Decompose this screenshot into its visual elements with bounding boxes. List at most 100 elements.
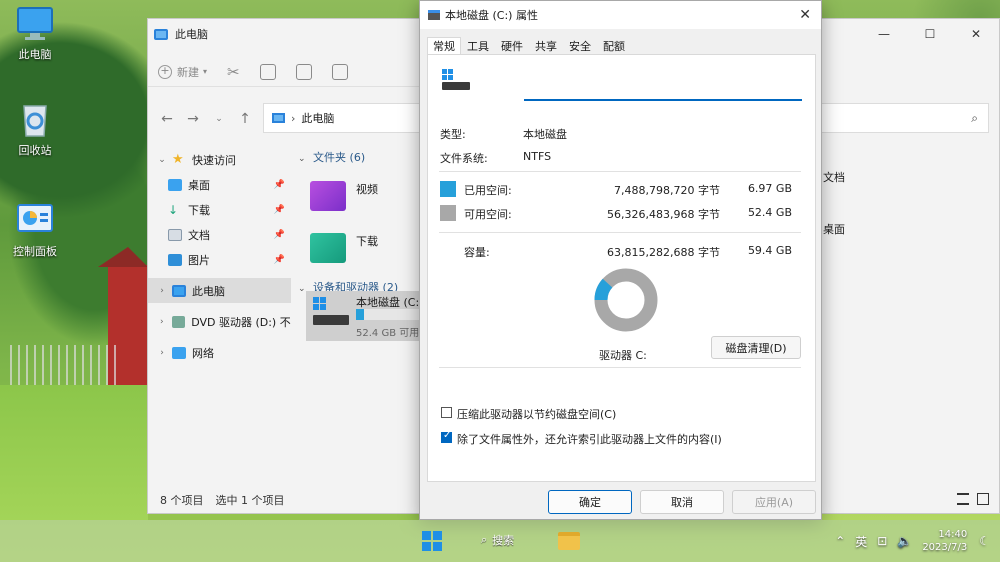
notification-icon[interactable]: ☾ — [979, 534, 990, 548]
compress-drive-label[interactable]: 压缩此驱动器以节约磁盘空间(C) — [457, 406, 616, 422]
input-method-indicator[interactable]: 英 — [855, 533, 867, 550]
desktop-icon-label: 控制面板 — [13, 245, 57, 258]
wallpaper-fence — [10, 345, 120, 390]
sidebar-item-label: 快速访问 — [192, 153, 236, 167]
drive-free-text: 52.4 GB 可用 — [356, 328, 420, 339]
plus-circle-icon: + — [158, 64, 172, 79]
tab-general[interactable]: 常规 — [427, 37, 461, 54]
folder-tile-videos[interactable]: 视频 — [298, 175, 423, 217]
pin-icon: 📌 — [273, 179, 285, 190]
used-space-gb: 6.97 GB — [747, 182, 792, 195]
up-button[interactable]: ↑ — [232, 111, 258, 127]
file-explorer-taskbar-icon[interactable] — [558, 532, 580, 550]
folder-label: 视频 — [356, 183, 378, 196]
folders-group-label: 文件夹 (6) — [313, 151, 366, 164]
sidebar-item-downloads[interactable]: ↓ 下载 📌 — [148, 197, 291, 222]
taskbar: ⌕ 搜索 ⌃ 英 ⊡ 🔈 14:40 2023/7/3 ☾ — [0, 520, 1000, 562]
folders-group-header[interactable]: ⌄ 文件夹 (6) — [298, 149, 423, 165]
compress-drive-checkbox[interactable] — [441, 407, 452, 418]
sidebar-item-dvd-drive[interactable]: › DVD 驱动器 (D:) 不适 — [148, 309, 291, 334]
sidebar-item-label: 此电脑 — [192, 284, 225, 298]
sidebar-item-desktop[interactable]: 桌面 📌 — [148, 172, 291, 197]
view-switcher — [957, 493, 989, 505]
pictures-icon — [168, 253, 182, 266]
sidebar-item-this-pc[interactable]: › 此电脑 — [148, 278, 291, 303]
search-input[interactable]: ⌕ — [814, 103, 989, 133]
volume-icon[interactable]: 🔈 — [897, 534, 912, 548]
drive-name-input[interactable] — [524, 75, 802, 101]
windows-logo-tile — [422, 542, 431, 551]
taskbar-search-label: 搜索 — [492, 534, 515, 547]
scissors-icon: ✂ — [227, 62, 240, 81]
star-icon: ★ — [172, 151, 184, 167]
download-folder-icon — [310, 233, 346, 263]
search-icon: ⌕ — [481, 533, 488, 546]
address-bar[interactable]: › 此电脑 — [263, 103, 421, 133]
sidebar-item-quick-access[interactable]: ⌄ ★ 快速访问 — [148, 147, 291, 172]
tab-security[interactable]: 安全 — [563, 37, 597, 54]
recent-dropdown-button[interactable]: ⌄ — [206, 114, 232, 124]
filesystem-value: NTFS — [523, 150, 552, 163]
index-contents-checkbox[interactable] — [441, 430, 452, 443]
windows-logo-tile — [433, 531, 442, 540]
start-button[interactable] — [422, 531, 442, 551]
tab-tools[interactable]: 工具 — [461, 37, 495, 54]
details-view-icon[interactable] — [957, 493, 969, 505]
cancel-button[interactable]: 取消 — [640, 490, 724, 514]
paste-button[interactable] — [295, 63, 312, 80]
control-panel-icon — [16, 203, 54, 239]
minimize-button[interactable]: — — [861, 19, 907, 49]
copy-icon — [259, 63, 276, 80]
free-space-ring — [594, 268, 658, 332]
search-icon: ⌕ — [971, 111, 978, 125]
folder-label: 桌面 — [823, 223, 845, 236]
ok-button[interactable]: 确定 — [548, 490, 632, 514]
folder-tile-desktop[interactable]: 桌面 — [823, 221, 845, 237]
copy-button[interactable] — [259, 63, 276, 80]
tiles-view-icon[interactable] — [977, 493, 989, 505]
desktop-icon-this-pc[interactable]: 此电脑 — [0, 6, 70, 62]
tab-sharing[interactable]: 共享 — [529, 37, 563, 54]
document-icon — [168, 228, 182, 241]
drive-tile-c[interactable]: 本地磁盘 (C: 52.4 GB 可用 — [306, 291, 426, 341]
clock[interactable]: 14:40 2023/7/3 — [922, 528, 967, 554]
sidebar-item-pictures[interactable]: 图片 📌 — [148, 247, 291, 272]
navigation-pane: ⌄ ★ 快速访问 桌面 📌 ↓ 下载 📌 文档 📌 图片 📌 › 此电脑 › D… — [148, 147, 291, 365]
explorer-toolbar: + 新建 ▾ ✂ — [148, 57, 420, 87]
network-icon[interactable]: ⊡ — [877, 534, 887, 548]
apply-button[interactable]: 应用(A) — [732, 490, 816, 514]
sidebar-item-label: 文档 — [188, 228, 210, 242]
tab-quota[interactable]: 配额 — [597, 37, 631, 54]
chevron-down-icon: ⌄ — [298, 284, 306, 294]
new-button[interactable]: + 新建 ▾ — [158, 64, 207, 80]
dialog-tabs: 常规 工具 硬件 共享 安全 配额 — [427, 37, 631, 54]
forward-button[interactable]: → — [180, 111, 206, 127]
sidebar-item-documents[interactable]: 文档 📌 — [148, 222, 291, 247]
desktop-icon-control-panel[interactable]: 控制面板 — [0, 203, 70, 259]
folder-label: 文档 — [823, 171, 845, 184]
breadcrumb-this-pc[interactable]: 此电脑 — [301, 110, 334, 126]
maximize-button[interactable]: ☐ — [907, 19, 953, 49]
disk-cleanup-button[interactable]: 磁盘清理(D) — [711, 336, 801, 359]
rename-button[interactable] — [331, 63, 348, 80]
taskbar-search-button[interactable]: ⌕ 搜索 — [481, 532, 514, 548]
free-space-gb: 52.4 GB — [747, 206, 792, 219]
content-right-column: 文档 桌面 — [823, 169, 845, 237]
folder-tile-downloads[interactable]: 下载 — [298, 227, 423, 269]
close-button[interactable]: ✕ — [953, 19, 999, 49]
folder-tile-documents[interactable]: 文档 — [823, 169, 845, 221]
dialog-close-button[interactable]: ✕ — [799, 7, 811, 23]
divider — [439, 171, 801, 172]
index-contents-label[interactable]: 除了文件属性外，还允许索引此驱动器上文件的内容(I) — [457, 431, 722, 447]
capacity-gb: 59.4 GB — [747, 244, 792, 257]
back-button[interactable]: ← — [154, 111, 180, 127]
cut-button[interactable]: ✂ — [227, 63, 240, 81]
chevron-up-icon[interactable]: ⌃ — [835, 534, 845, 548]
rename-icon — [331, 63, 348, 80]
type-label: 类型: — [440, 128, 466, 141]
sidebar-item-network[interactable]: › 网络 — [148, 340, 291, 365]
explorer-title: 此电脑 — [175, 28, 208, 41]
tab-hardware[interactable]: 硬件 — [495, 37, 529, 54]
monitor-icon — [172, 284, 186, 297]
desktop-icon-recycle-bin[interactable]: 回收站 — [0, 102, 70, 158]
